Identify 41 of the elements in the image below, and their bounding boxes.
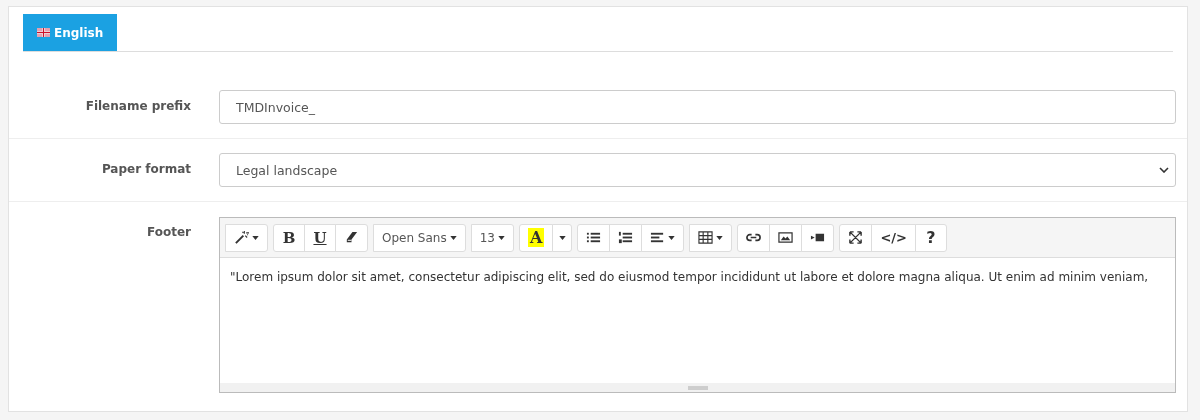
caret-icon [668, 235, 676, 240]
numbered-list-icon [618, 230, 634, 245]
toolbar-button[interactable] [839, 223, 873, 252]
toolbar-button[interactable] [737, 223, 771, 252]
select-field[interactable]: Legal landscape [219, 153, 1176, 187]
toolbar-button[interactable] [641, 223, 685, 252]
caret-icon [252, 235, 259, 240]
toolbar-button[interactable]: Open Sans [373, 223, 466, 252]
grip-icon [687, 385, 708, 390]
toolbar-button[interactable] [609, 223, 643, 252]
flag-icon [37, 28, 50, 37]
toolbar-button[interactable] [335, 223, 368, 252]
editor-text[interactable]: "Lorem ipsum dolor sit amet, consectetur adipiscing elit, sed do eiusmod tempor incididunt ut labore et dolore magna aliqua. Ut enim ad minim veniam, [220, 258, 1175, 383]
toolbar-button[interactable]: 13 [470, 223, 514, 252]
bullet-list-icon [586, 230, 602, 245]
toolbar-button[interactable]: </> [871, 223, 916, 252]
input-field[interactable]: TMDInvoice_ [219, 90, 1176, 124]
toolbar-button[interactable]: ? [914, 223, 947, 252]
fullscreen-icon [848, 230, 864, 245]
magic-wand-icon [234, 230, 249, 245]
toolbar-button[interactable]: A [519, 223, 554, 252]
caret-icon [449, 235, 457, 240]
field-label: Footer [146, 224, 191, 241]
caret-icon [716, 235, 724, 240]
caret-icon [558, 235, 566, 240]
toolbar-button[interactable]: B [273, 223, 305, 252]
toolbar-button[interactable] [689, 223, 733, 252]
toolbar-button[interactable] [769, 223, 803, 252]
toolbar-button[interactable] [577, 223, 611, 252]
field-label: Paper format [100, 161, 191, 178]
eraser-icon [344, 230, 359, 245]
resize-handle[interactable] [220, 383, 1175, 392]
chevron-icon [1159, 167, 1169, 173]
image-icon [778, 230, 794, 245]
align-left-icon [650, 230, 666, 245]
table-icon [698, 230, 714, 245]
toolbar-button[interactable] [225, 223, 268, 252]
field-label: Filename prefix [84, 98, 191, 115]
toolbar-button[interactable]: U [304, 223, 336, 252]
toolbar-button[interactable] [801, 223, 835, 252]
caret-icon [498, 235, 505, 240]
